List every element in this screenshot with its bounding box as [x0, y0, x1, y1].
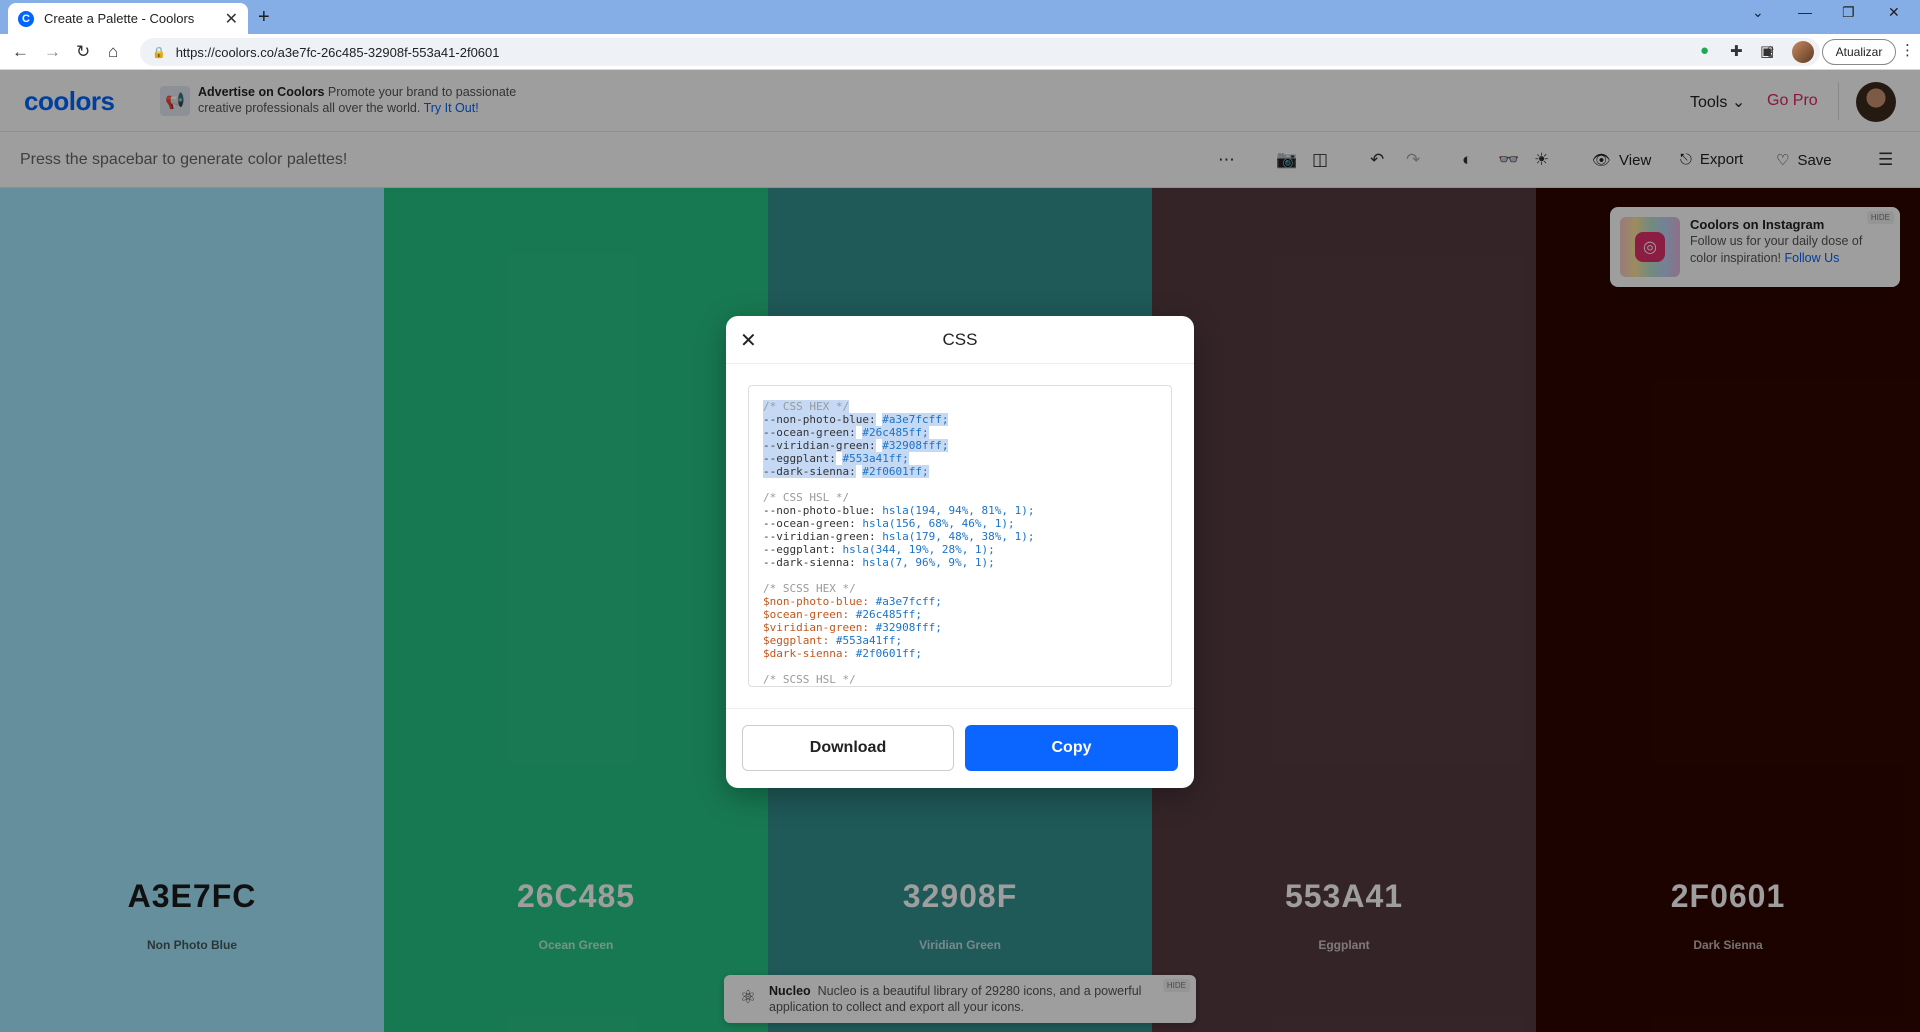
browser-address-bar: ← → ↻ ⌂ 🔒 https://coolors.co/a3e7fc-26c4…: [0, 34, 1920, 70]
side-panel-icon[interactable]: ▣: [1760, 42, 1774, 60]
update-button[interactable]: Atualizar: [1822, 39, 1896, 65]
code-line: --viridian-green: hsla(179, 48%, 38%, 1)…: [763, 530, 1035, 543]
tab-title: Create a Palette - Coolors: [44, 11, 195, 26]
code-line: --ocean-green: hsla(156, 68%, 46%, 1);: [763, 517, 1015, 530]
minimize-icon[interactable]: —: [1798, 4, 1812, 20]
code-comment: /* SCSS HSL */: [763, 673, 856, 686]
code-line: --ocean-green: #26c485ff;: [763, 426, 929, 439]
browser-menu-icon[interactable]: ⋮: [1900, 41, 1915, 59]
css-hsl-group: /* CSS HSL */ --non-photo-blue: hsla(194…: [763, 491, 1157, 569]
browser-tab-bar: C Create a Palette - Coolors ✕ + ⌄ — ❐ ✕: [0, 0, 1920, 34]
code-comment: /* CSS HEX */: [763, 400, 850, 413]
puzzle-extensions-icon[interactable]: ✚: [1730, 42, 1743, 60]
close-tab-icon[interactable]: ✕: [225, 9, 238, 29]
code-line: $ocean-green: #26c485ff;: [763, 608, 922, 621]
extension-icon[interactable]: ●: [1700, 42, 1709, 59]
code-line: $non-photo-blue: #a3e7fcff;: [763, 595, 942, 608]
url-text: https://coolors.co/a3e7fc-26c485-32908f-…: [175, 44, 500, 60]
lock-icon: 🔒: [152, 46, 166, 59]
css-code-box[interactable]: /* CSS HEX */ --non-photo-blue: #a3e7fcf…: [748, 385, 1172, 687]
tab-search-chevron-icon[interactable]: ⌄: [1752, 4, 1764, 21]
back-icon[interactable]: ←: [12, 42, 29, 62]
code-line: --non-photo-blue: hsla(194, 94%, 81%, 1)…: [763, 504, 1035, 517]
code-line: --non-photo-blue: #a3e7fcff;: [763, 413, 949, 426]
code-line: --dark-sienna: #2f0601ff;: [763, 465, 929, 478]
modal-header: ✕ CSS: [726, 316, 1194, 364]
close-window-icon[interactable]: ✕: [1888, 4, 1900, 21]
new-tab-icon[interactable]: +: [258, 6, 270, 29]
code-line: --dark-sienna: hsla(7, 96%, 9%, 1);: [763, 556, 995, 569]
browser-tab[interactable]: C Create a Palette - Coolors ✕: [8, 3, 248, 34]
download-button[interactable]: Download: [742, 725, 954, 771]
css-hex-group: /* CSS HEX */ --non-photo-blue: #a3e7fcf…: [763, 400, 1157, 478]
forward-icon[interactable]: →: [44, 42, 61, 62]
modal-title: CSS: [942, 330, 978, 349]
scss-hex-group: /* SCSS HEX */ $non-photo-blue: #a3e7fcf…: [763, 582, 1157, 660]
code-line: $dark-sienna: #2f0601ff;: [763, 647, 922, 660]
code-comment: /* CSS HSL */: [763, 491, 850, 504]
code-line: $eggplant: #553a41ff;: [763, 634, 903, 647]
code-line: --eggplant: hsla(344, 19%, 28%, 1);: [763, 543, 995, 556]
scss-hsl-group: /* SCSS HSL */: [763, 673, 1157, 686]
profile-avatar[interactable]: [1792, 41, 1814, 63]
url-field[interactable]: 🔒 https://coolors.co/a3e7fc-26c485-32908…: [140, 38, 1820, 66]
reload-icon[interactable]: ↻: [76, 42, 90, 62]
coolors-favicon-icon: C: [18, 10, 34, 27]
copy-button[interactable]: Copy: [965, 725, 1178, 771]
home-icon[interactable]: ⌂: [108, 42, 118, 62]
css-export-modal: ✕ CSS /* CSS HEX */ --non-photo-blue: #a…: [726, 316, 1194, 788]
code-line: --eggplant: #553a41ff;: [763, 452, 909, 465]
restore-icon[interactable]: ❐: [1842, 4, 1855, 21]
code-line: $viridian-green: #32908fff;: [763, 621, 942, 634]
code-comment: /* SCSS HEX */: [763, 582, 856, 595]
modal-footer: Download Copy: [726, 708, 1194, 788]
code-line: --viridian-green: #32908fff;: [763, 439, 949, 452]
